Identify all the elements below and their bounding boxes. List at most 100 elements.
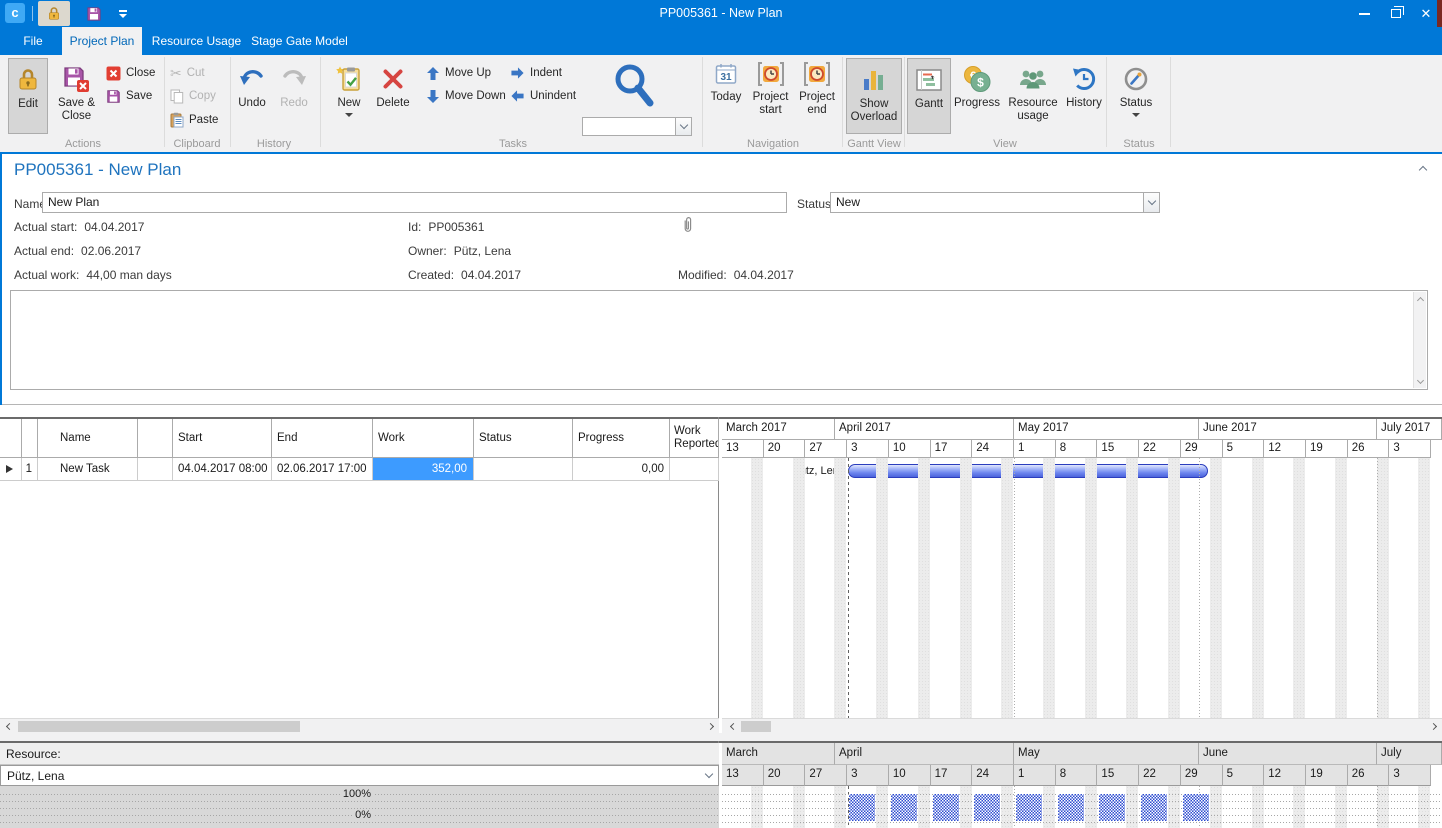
gantt-week-cell: 12 <box>1264 440 1306 458</box>
weekend-stripe <box>793 458 805 718</box>
status-combobox[interactable]: New <box>830 192 1160 213</box>
header-start[interactable]: Start <box>173 419 272 458</box>
resource-combobox[interactable]: Pütz, Lena <box>0 765 719 786</box>
save-button[interactable]: Save <box>104 85 160 107</box>
move-down-label: Move Down <box>445 90 506 102</box>
today-button[interactable]: 31 Today <box>706 60 746 118</box>
minimize-button[interactable] <box>1350 0 1378 27</box>
scroll-down-arrow[interactable] <box>1414 375 1427 388</box>
resource-week-cell: 12 <box>1264 765 1306 786</box>
scrollbar-thumb[interactable] <box>741 721 771 732</box>
unindent-button[interactable]: Unindent <box>508 85 582 107</box>
resource-month-cell: July <box>1377 743 1442 765</box>
tab-project-plan[interactable]: Project Plan <box>62 27 142 55</box>
gantt-chart-area[interactable]: Pütz, Lena <box>722 458 1442 718</box>
description-scrollbar[interactable] <box>1413 292 1426 388</box>
group-separator <box>702 57 703 147</box>
cell-icon[interactable] <box>138 458 173 481</box>
description-textarea[interactable] <box>10 290 1428 390</box>
project-start-button[interactable]: Project start <box>748 60 793 118</box>
cell-status[interactable] <box>474 458 573 481</box>
gantt-week-cell: 24 <box>972 440 1014 458</box>
undo-label: Undo <box>238 97 266 110</box>
scroll-left-arrow[interactable] <box>725 719 741 734</box>
new-task-button[interactable]: New <box>330 58 368 134</box>
header-status[interactable]: Status <box>474 419 573 458</box>
arrow-left-icon <box>511 89 525 104</box>
name-input[interactable]: New Plan <box>42 192 787 213</box>
status-button[interactable]: Status <box>1112 58 1160 134</box>
status-gauge-icon <box>1123 63 1149 95</box>
resource-combobox-dropdown[interactable] <box>700 774 718 777</box>
header-work[interactable]: Work <box>373 419 474 458</box>
close-window-button[interactable]: ✕ <box>1412 0 1440 27</box>
gantt-timescale-header: March 2017April 2017May 2017June 2017Jul… <box>722 419 1442 458</box>
cell-work-selected[interactable]: 352,00 <box>373 458 474 481</box>
restore-button[interactable] <box>1382 0 1410 27</box>
undo-button[interactable]: Undo <box>232 58 272 134</box>
collapse-form-button[interactable] <box>1413 164 1433 178</box>
show-overload-button[interactable]: Show Overload <box>846 58 902 134</box>
progress-coins-icon: €$ <box>963 63 991 95</box>
resource-week-cell: 10 <box>889 765 931 786</box>
tab-stage-gate-model[interactable]: Stage Gate Model <box>251 27 348 55</box>
edit-button[interactable]: Edit <box>8 58 48 134</box>
history-view-button[interactable]: History <box>1064 58 1104 134</box>
tab-resource-usage[interactable]: Resource Usage <box>150 27 243 55</box>
resource-usage-button[interactable]: Resource usage <box>1003 58 1063 134</box>
scroll-right-arrow[interactable] <box>702 719 718 734</box>
redo-icon <box>280 63 308 95</box>
redo-button[interactable]: Redo <box>274 58 314 134</box>
cell-end[interactable]: 02.06.2017 17:00 <box>272 458 373 481</box>
today-label: Today <box>711 91 742 104</box>
header-work-reported[interactable]: Work Reported <box>670 419 719 458</box>
progress-button[interactable]: €$ Progress <box>952 58 1002 134</box>
resource-week-cell: 13 <box>722 765 764 786</box>
table-horizontal-scrollbar[interactable] <box>0 718 719 733</box>
indent-button[interactable]: Indent <box>508 62 582 84</box>
cell-work-reported[interactable] <box>670 458 719 481</box>
cell-progress[interactable]: 0,00 <box>573 458 670 481</box>
close-button[interactable]: Close <box>104 62 160 84</box>
cut-button[interactable]: ✂ Cut <box>168 62 226 84</box>
search-combobox[interactable] <box>582 117 692 136</box>
cell-start[interactable]: 04.04.2017 08:00 <box>173 458 272 481</box>
search-button[interactable] <box>608 60 660 112</box>
status-combobox-dropdown[interactable] <box>1143 193 1159 212</box>
gantt-task-bar[interactable] <box>848 464 1208 478</box>
save-and-close-button[interactable]: Save & Close <box>52 58 101 134</box>
move-down-button[interactable]: Move Down <box>424 85 508 107</box>
weekend-stripe <box>1335 458 1347 718</box>
tab-file[interactable]: File <box>8 27 58 55</box>
paste-button[interactable]: Paste <box>168 109 226 131</box>
row-selector[interactable] <box>0 458 22 481</box>
header-end[interactable]: End <box>272 419 373 458</box>
header-progress[interactable]: Progress <box>573 419 670 458</box>
scroll-left-arrow[interactable] <box>1 719 17 734</box>
search-combobox-dropdown[interactable] <box>675 118 691 135</box>
header-icon-col[interactable] <box>138 419 173 458</box>
gantt-horizontal-scrollbar[interactable] <box>722 718 1442 733</box>
gantt-view-group-label: Gantt View <box>844 138 904 150</box>
svg-text:$: $ <box>977 76 984 90</box>
name-input-value: New Plan <box>43 193 786 212</box>
cell-name[interactable]: New Task <box>38 458 138 481</box>
header-name[interactable]: Name <box>38 419 138 458</box>
scroll-right-arrow[interactable] <box>1425 719 1441 734</box>
group-separator <box>842 57 843 147</box>
gantt-button[interactable]: Gantt <box>907 58 951 134</box>
project-start-line <box>848 458 849 718</box>
attachment-paperclip-icon[interactable] <box>681 216 693 237</box>
resource-week-cell: 26 <box>1348 765 1390 786</box>
delete-task-button[interactable]: Delete <box>370 58 416 134</box>
group-separator <box>164 57 165 147</box>
project-end-button[interactable]: Project end <box>795 60 839 118</box>
scroll-up-arrow[interactable] <box>1414 292 1427 305</box>
paste-label: Paste <box>189 114 218 126</box>
copy-button[interactable]: Copy <box>168 85 226 107</box>
scrollbar-thumb[interactable] <box>18 721 300 732</box>
move-up-button[interactable]: Move Up <box>424 62 508 84</box>
gantt-month-cell: March 2017 <box>722 419 835 440</box>
weekend-stripe <box>1377 458 1389 718</box>
histogram-gridline <box>0 801 719 802</box>
